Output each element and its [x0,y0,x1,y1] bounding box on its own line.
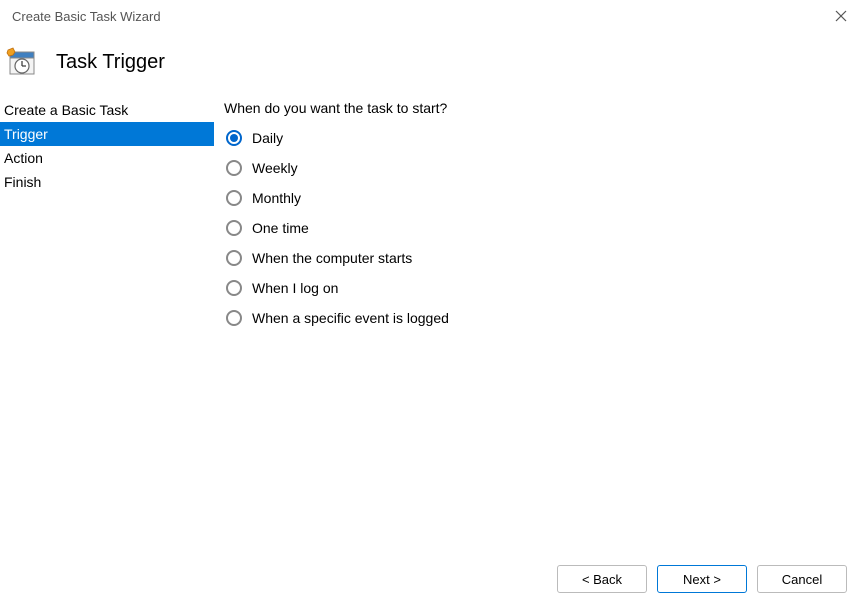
page-title: Task Trigger [56,51,165,74]
sidebar-item-action[interactable]: Action [0,146,214,170]
wizard-main: When do you want the task to start? Dail… [214,98,861,547]
back-button[interactable]: < Back [557,565,647,593]
wizard-header: Task Trigger [0,32,861,98]
radio-icon [226,220,242,236]
titlebar: Create Basic Task Wizard [0,0,861,32]
radio-icon [226,190,242,206]
sidebar-item-label: Trigger [4,126,48,142]
option-one-time[interactable]: One time [226,220,851,236]
sidebar-item-label: Finish [4,174,41,190]
radio-icon [226,280,242,296]
radio-icon [226,250,242,266]
sidebar-item-finish[interactable]: Finish [0,170,214,194]
close-icon[interactable] [833,8,849,24]
cancel-button[interactable]: Cancel [757,565,847,593]
option-label: When I log on [252,280,338,296]
radio-icon [226,310,242,326]
sidebar-item-label: Create a Basic Task [4,102,128,118]
option-label: Weekly [252,160,298,176]
option-label: One time [252,220,309,236]
wizard-footer: < Back Next > Cancel [0,555,861,603]
option-label: When a specific event is logged [252,310,449,326]
radio-icon [226,160,242,176]
option-daily[interactable]: Daily [226,130,851,146]
wizard-icon [6,46,38,78]
option-computer-starts[interactable]: When the computer starts [226,250,851,266]
sidebar-item-create-basic-task[interactable]: Create a Basic Task [0,98,214,122]
trigger-prompt: When do you want the task to start? [224,100,851,116]
option-event-logged[interactable]: When a specific event is logged [226,310,851,326]
option-label: When the computer starts [252,250,412,266]
sidebar-item-trigger[interactable]: Trigger [0,122,214,146]
wizard-sidebar: Create a Basic Task Trigger Action Finis… [0,98,214,547]
window-title: Create Basic Task Wizard [12,9,161,24]
wizard-content: Create a Basic Task Trigger Action Finis… [0,98,861,547]
option-log-on[interactable]: When I log on [226,280,851,296]
next-button[interactable]: Next > [657,565,747,593]
trigger-options: Daily Weekly Monthly One time When the c… [224,130,851,326]
option-monthly[interactable]: Monthly [226,190,851,206]
radio-icon [226,130,242,146]
option-weekly[interactable]: Weekly [226,160,851,176]
option-label: Daily [252,130,283,146]
option-label: Monthly [252,190,301,206]
sidebar-item-label: Action [4,150,43,166]
